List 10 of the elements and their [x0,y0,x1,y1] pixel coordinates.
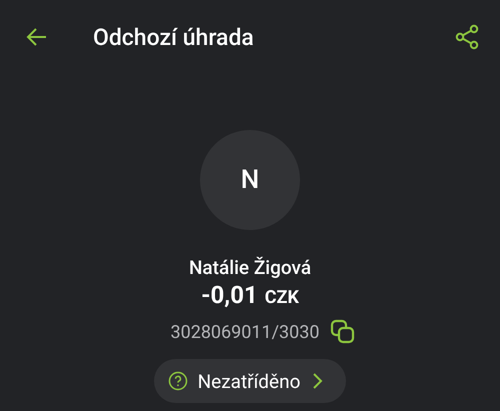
account-number: 3028069011/3030 [170,322,320,342]
share-button[interactable] [454,24,480,50]
currency: CZK [264,287,299,308]
avatar: N [200,130,300,230]
amount: -0,01 [201,281,258,309]
help-icon [168,371,188,391]
category-chip[interactable]: Nezatříděno [154,359,346,403]
copy-button[interactable] [330,319,356,345]
screen-title: Odchozí úhrada [93,24,255,50]
payee-name: Natálie Žigová [188,256,312,279]
